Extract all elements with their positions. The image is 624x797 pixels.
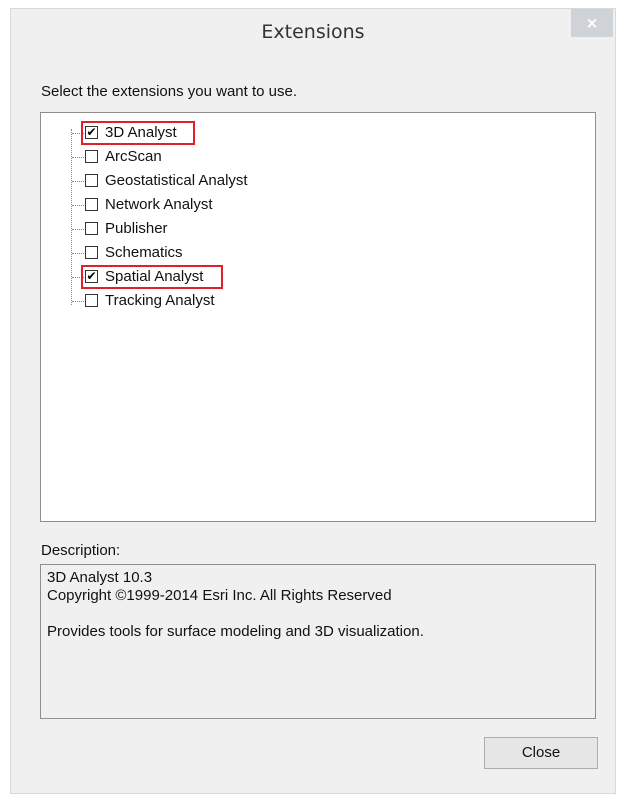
extension-item-schematics[interactable]: Schematics — [41, 241, 341, 265]
extension-label: Network Analyst — [105, 196, 213, 213]
extension-checkbox[interactable] — [85, 294, 98, 307]
extensions-dialog: Extensions × Select the extensions you w… — [10, 8, 616, 794]
title-bar: Extensions × — [11, 9, 615, 57]
extension-checkbox[interactable] — [85, 246, 98, 259]
close-window-icon[interactable]: × — [571, 9, 613, 37]
extension-label: Geostatistical Analyst — [105, 172, 248, 189]
description-text: Provides tools for surface modeling and … — [47, 623, 424, 640]
description-label: Description: — [41, 542, 121, 559]
extension-label: Schematics — [105, 244, 183, 261]
extension-checkbox[interactable] — [85, 222, 98, 235]
extensions-list: ✔ 3D Analyst ArcScan Geostatistical Anal… — [40, 112, 596, 522]
extension-label: ArcScan — [105, 148, 162, 165]
extension-checkbox[interactable] — [85, 174, 98, 187]
extension-checkbox[interactable] — [85, 198, 98, 211]
dialog-title: Extensions — [261, 21, 365, 43]
description-box: 3D Analyst 10.3 Copyright ©1999-2014 Esr… — [40, 564, 596, 719]
extension-item-tracking-analyst[interactable]: Tracking Analyst — [41, 289, 341, 313]
extension-item-network-analyst[interactable]: Network Analyst — [41, 193, 341, 217]
highlight-box-spatial-analyst — [81, 265, 223, 289]
extension-item-arcscan[interactable]: ArcScan — [41, 145, 341, 169]
description-title: 3D Analyst 10.3 — [47, 569, 153, 586]
extension-checkbox[interactable] — [85, 150, 98, 163]
extension-label: Tracking Analyst — [105, 292, 215, 309]
instruction-text: Select the extensions you want to use. — [41, 83, 297, 100]
extension-item-geostatistical-analyst[interactable]: Geostatistical Analyst — [41, 169, 341, 193]
highlight-box-3d-analyst — [81, 121, 195, 145]
close-button[interactable]: Close — [484, 737, 598, 769]
extension-item-publisher[interactable]: Publisher — [41, 217, 341, 241]
description-copyright: Copyright ©1999-2014 Esri Inc. All Right… — [47, 587, 392, 604]
extension-label: Publisher — [105, 220, 168, 237]
